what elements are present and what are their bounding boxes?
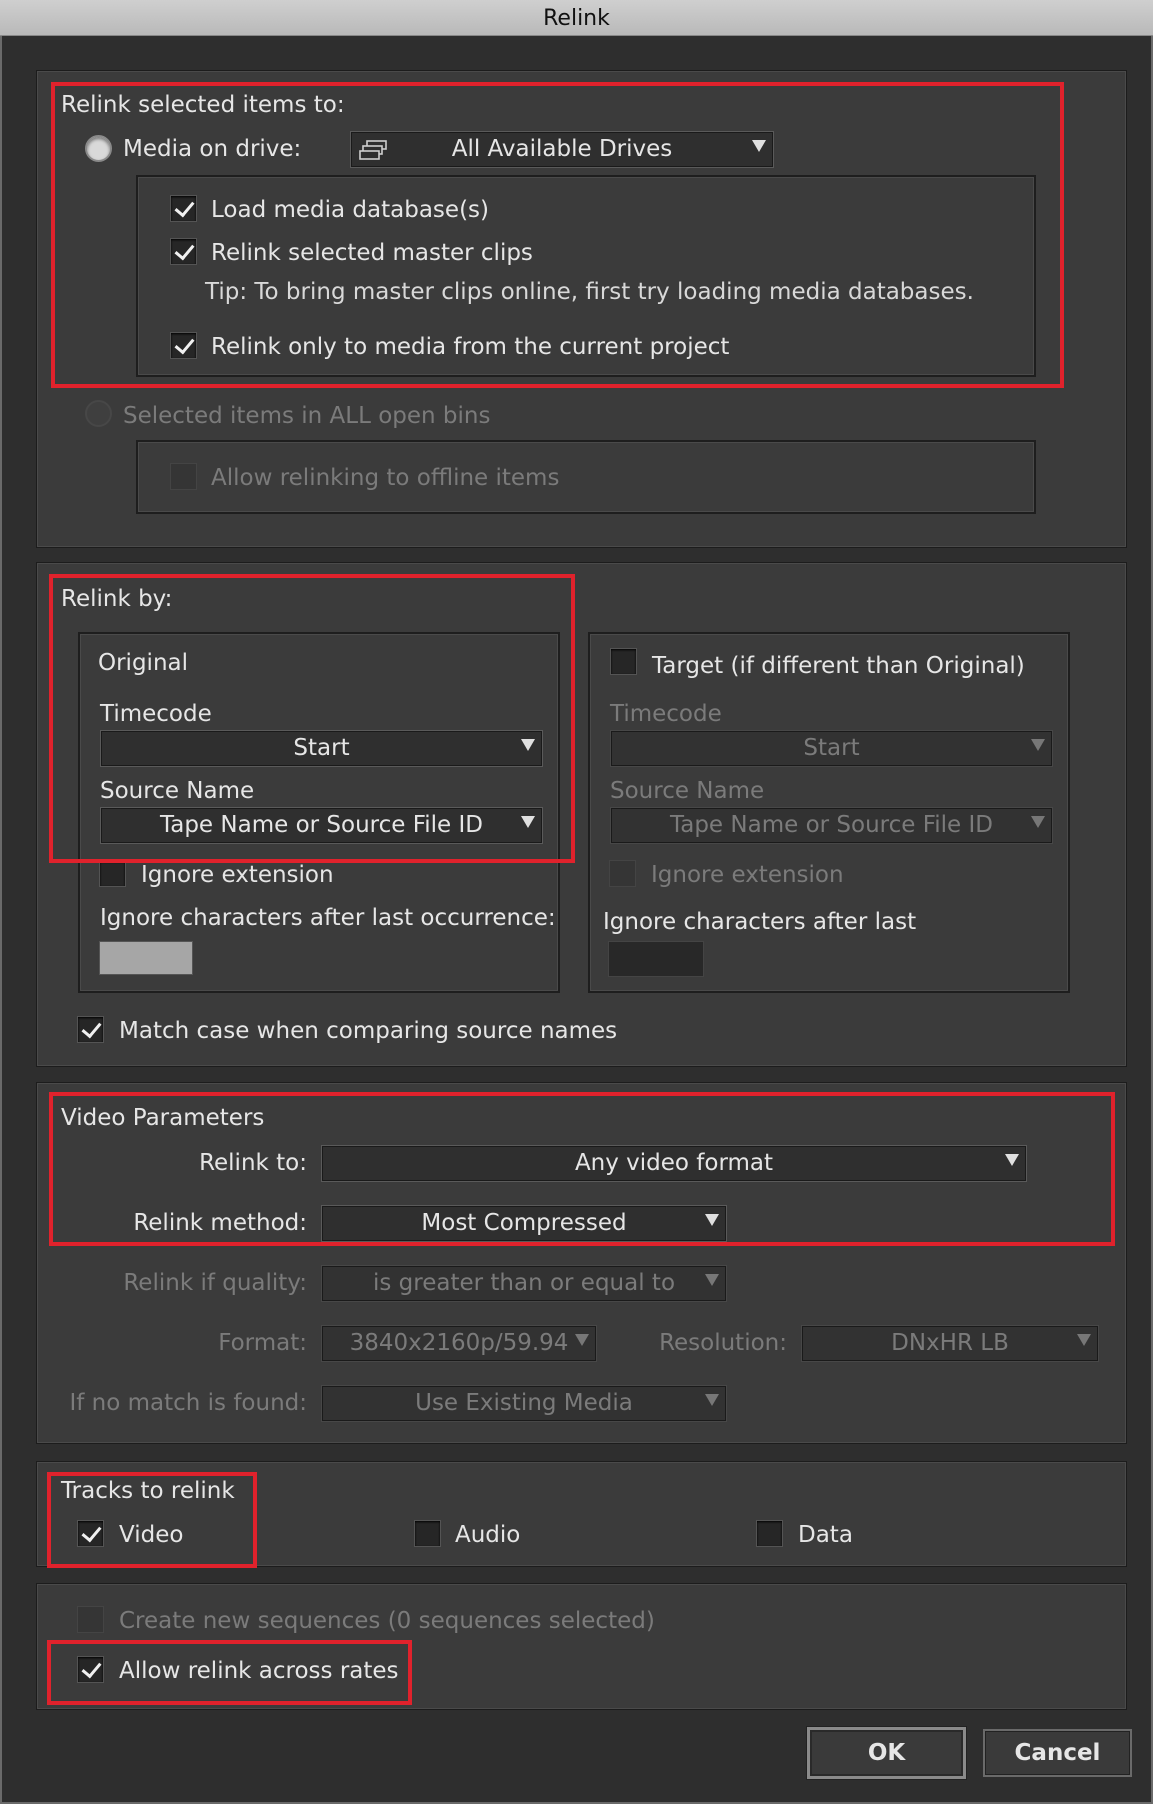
target-title[interactable]: Target (if different than Original) bbox=[652, 655, 1025, 678]
allow-offline-label[interactable]: Allow relinking to offline items bbox=[211, 467, 559, 490]
resolution-value: DNxHR LB bbox=[891, 1330, 1009, 1356]
target-source-name-value: Tape Name or Source File ID bbox=[670, 812, 993, 838]
create-new-sequences-label[interactable]: Create new sequences (0 sequences select… bbox=[119, 1610, 655, 1633]
original-ignore-chars-input[interactable] bbox=[99, 941, 193, 975]
chevron-down-icon bbox=[705, 1274, 719, 1286]
ok-button[interactable]: OK bbox=[807, 1727, 966, 1779]
target-ignore-chars-input[interactable] bbox=[608, 941, 704, 977]
window-title: Relink bbox=[543, 6, 610, 31]
relink-if-quality-value: is greater than or equal to bbox=[372, 1270, 676, 1296]
allow-offline-checkbox[interactable] bbox=[170, 463, 197, 490]
format-value: 3840x2160p/59.94 bbox=[349, 1330, 569, 1356]
if-no-match-select[interactable]: Use Existing Media bbox=[321, 1385, 727, 1422]
target-ignore-chars-label: Ignore characters after last bbox=[603, 909, 917, 935]
chevron-down-icon bbox=[1031, 739, 1045, 751]
target-checkbox[interactable] bbox=[610, 648, 637, 675]
cancel-button[interactable]: Cancel bbox=[983, 1729, 1132, 1777]
selected-items-all-bins-label[interactable]: Selected items in ALL open bins bbox=[123, 405, 490, 428]
selected-items-all-bins-radio[interactable] bbox=[85, 400, 112, 427]
chevron-down-icon bbox=[1077, 1334, 1091, 1346]
target-ignore-extension-checkbox[interactable] bbox=[609, 860, 636, 887]
track-audio-checkbox[interactable] bbox=[414, 1520, 441, 1547]
original-ignore-extension-label[interactable]: Ignore extension bbox=[141, 864, 334, 887]
match-case-checkbox[interactable] bbox=[77, 1016, 104, 1043]
highlight-box bbox=[49, 574, 575, 863]
chevron-down-icon bbox=[575, 1334, 589, 1346]
resolution-select[interactable]: DNxHR LB bbox=[801, 1325, 1099, 1362]
relink-if-quality-select[interactable]: is greater than or equal to bbox=[321, 1265, 727, 1302]
highlight-box bbox=[47, 1472, 257, 1568]
track-audio-label[interactable]: Audio bbox=[455, 1524, 520, 1547]
target-source-name-select[interactable]: Tape Name or Source File ID bbox=[610, 807, 1053, 844]
highlight-box bbox=[47, 1640, 412, 1705]
target-timecode-value: Start bbox=[803, 735, 860, 761]
relink-if-quality-label: Relink if quality: bbox=[123, 1270, 307, 1296]
track-data-label[interactable]: Data bbox=[798, 1524, 853, 1547]
if-no-match-label: If no match is found: bbox=[69, 1390, 307, 1416]
match-case-label[interactable]: Match case when comparing source names bbox=[119, 1020, 617, 1043]
target-timecode-select[interactable]: Start bbox=[610, 730, 1053, 767]
create-new-sequences-checkbox[interactable] bbox=[77, 1606, 104, 1633]
resolution-label: Resolution: bbox=[659, 1330, 787, 1356]
format-label: Format: bbox=[218, 1330, 307, 1356]
target-source-name-label: Source Name bbox=[610, 778, 765, 804]
original-ignore-chars-label: Ignore characters after last occurrence: bbox=[100, 905, 556, 931]
target-timecode-label: Timecode bbox=[610, 701, 722, 727]
check-icon bbox=[81, 1017, 102, 1039]
format-select[interactable]: 3840x2160p/59.94 bbox=[321, 1325, 597, 1362]
highlight-box bbox=[51, 82, 1064, 388]
if-no-match-value: Use Existing Media bbox=[415, 1390, 633, 1416]
track-data-checkbox[interactable] bbox=[756, 1520, 783, 1547]
highlight-box bbox=[49, 1092, 1115, 1246]
chevron-down-icon bbox=[1031, 816, 1045, 828]
target-ignore-extension-label[interactable]: Ignore extension bbox=[651, 864, 844, 887]
original-ignore-extension-checkbox[interactable] bbox=[99, 860, 126, 887]
chevron-down-icon bbox=[705, 1394, 719, 1406]
window-title-bar: Relink bbox=[0, 0, 1153, 36]
